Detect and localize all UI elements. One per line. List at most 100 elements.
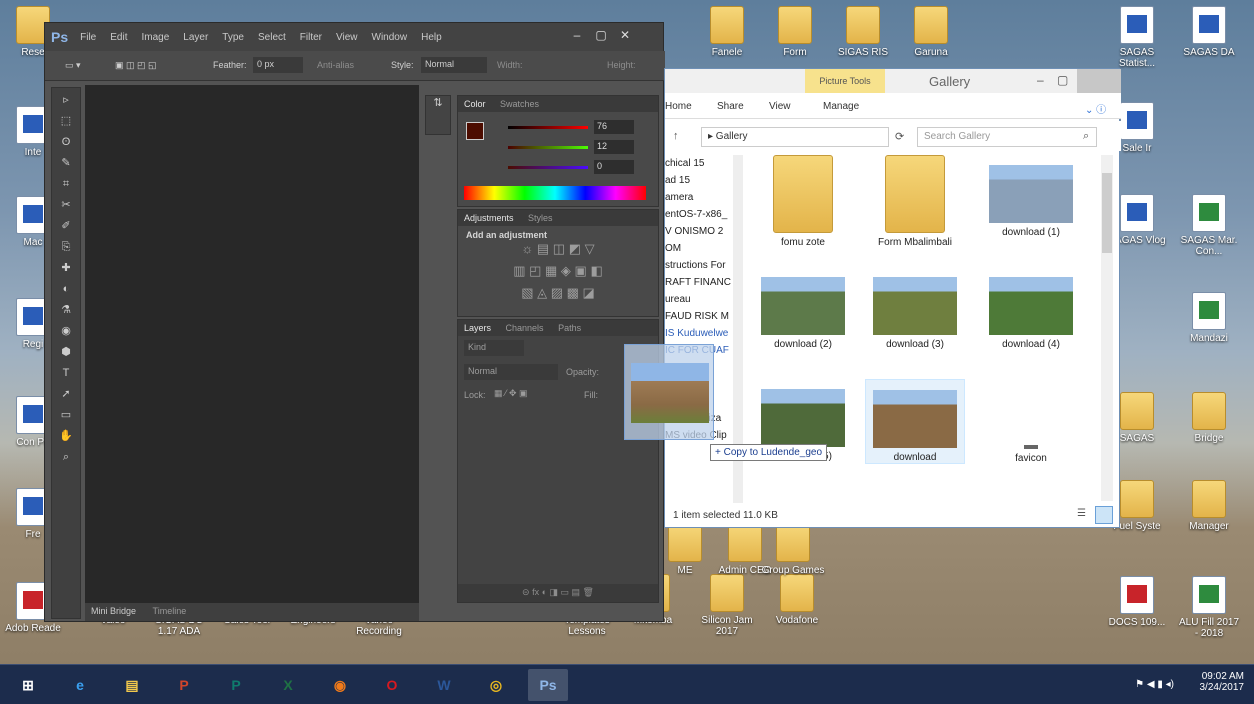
desktop-icon-bottom-7[interactable]: Silicon Jam 2017 [694,574,760,637]
menu-view[interactable]: View [336,32,358,43]
nav-item[interactable]: ureau [665,291,743,308]
move-tool-icon[interactable]: ▹ [55,91,77,109]
taskbar-windows-start[interactable]: ⊞ [8,669,48,701]
history-mini-panel[interactable]: ⇅ [425,95,451,135]
file-item[interactable]: fomu zote [753,155,853,248]
nav-item[interactable]: IS Kuduwelwe [665,325,743,342]
picture-tools-tab[interactable]: Picture Tools [805,69,885,93]
menu-file[interactable]: File [80,32,96,43]
eraser-tool-icon[interactable]: ◉ [55,322,77,340]
red-value[interactable]: 76 [594,120,634,134]
desktop-icon-top-0[interactable]: Fanele [694,6,760,58]
desktop-icon-right-11[interactable]: ALU Fill 2017 - 2018 [1176,576,1242,639]
green-value[interactable]: 12 [594,140,634,154]
selection-mode-icons[interactable]: ▣ ◫ ◰ ◱ [115,60,157,71]
desktop-icon-right-0[interactable]: SAGAS Statist... [1104,6,1170,69]
heal-tool-icon[interactable]: ⎘ [55,238,77,256]
file-item[interactable]: download (1) [981,155,1081,238]
shape-tool-icon[interactable]: ▭ [55,406,77,424]
clock-time[interactable]: 09:02 AM [1200,671,1244,682]
hand-tool-icon[interactable]: ✋ [55,427,77,445]
blend-mode-select[interactable]: Normal [464,364,558,380]
taskbar-word-icon[interactable]: W [424,669,464,701]
layer-filter-kind[interactable]: Kind [464,340,524,356]
menu-image[interactable]: Image [141,32,169,43]
menu-layer[interactable]: Layer [183,32,208,43]
desktop-icon-bottom-8[interactable]: Vodafone [764,574,830,626]
color-spectrum[interactable] [464,186,646,200]
taskbar-excel-icon[interactable]: X [268,669,308,701]
tab-timeline[interactable]: Timeline [153,606,187,616]
file-item[interactable]: download (3) [865,267,965,350]
taskbar-powerpoint-icon[interactable]: P [164,669,204,701]
adjustment-icons[interactable]: ☼ ▤ ◫ ◩ ▽ ▥ ◰ ▦ ◈ ▣ ◧ ▧ ◬ ▨ ▩ ◪ [498,238,618,304]
path-select-tool-icon[interactable]: ➚ [55,385,77,403]
marquee-tool-icon[interactable]: ▭ ▾ [65,60,81,71]
maximize-button[interactable]: ▢ [589,25,613,45]
taskbar-chrome-icon[interactable]: ◎ [476,669,516,701]
desktop-icon-right-5[interactable]: Mandazi [1176,292,1242,344]
up-arrow-icon[interactable]: ↑ [673,130,679,142]
file-item[interactable]: download (2) [753,267,853,350]
quick-select-tool-icon[interactable]: ✎ [55,154,77,172]
tab-styles[interactable]: Styles [528,213,553,223]
file-item[interactable]: Form Mbalimbali [865,155,965,248]
desktop-icon-right-1[interactable]: SAGAS DA [1176,6,1242,58]
minimize-button[interactable]: – [565,25,589,45]
ribbon-tab-manage[interactable]: Manage [823,101,859,112]
style-select[interactable]: Normal [421,57,487,73]
clone-tool-icon[interactable]: ◐ [55,280,77,298]
ribbon-tab-share[interactable]: Share [717,101,744,112]
ribbon-tab-home[interactable]: Home [665,101,692,112]
desktop-icon-top-1[interactable]: Form [762,6,828,58]
file-item[interactable]: download (4) [981,267,1081,350]
feather-input[interactable]: 0 px [253,57,303,73]
desktop-icon-right-7[interactable]: Bridge [1176,392,1242,444]
ribbon-tab-view[interactable]: View [769,101,791,112]
tray-icons[interactable]: ⚑ ◀ ▮ ◂) [1135,679,1174,690]
blue-value[interactable]: 0 [594,160,634,174]
menu-select[interactable]: Select [258,32,286,43]
desktop-icon-right-10[interactable]: DOCS 109... [1104,576,1170,628]
tab-mini-bridge[interactable]: Mini Bridge [91,606,136,616]
nav-item[interactable]: RAFT FINANC [665,274,743,291]
menu-edit[interactable]: Edit [110,32,127,43]
nav-item[interactable]: amera [665,189,743,206]
taskbar-firefox-icon[interactable]: ◉ [320,669,360,701]
tab-color[interactable]: Color [464,99,486,109]
address-bar[interactable]: ▸ Gallery [701,127,889,147]
taskbar-opera-icon[interactable]: O [372,669,412,701]
taskbar-publisher-icon[interactable]: P [216,669,256,701]
search-input[interactable]: Search Gallery [917,127,1097,147]
foreground-color-swatch[interactable] [466,122,484,140]
content-scrollbar[interactable] [1101,155,1113,501]
details-view-icon[interactable]: ☰ [1077,508,1086,519]
tab-channels[interactable]: Channels [506,323,544,333]
tab-adjustments[interactable]: Adjustments [464,213,514,223]
history-brush-tool-icon[interactable]: ⚗ [55,301,77,319]
taskbar-ie-icon[interactable]: e [60,669,100,701]
slice-tool-icon[interactable]: ✂ [55,196,77,214]
desktop-icon-right-4[interactable]: SAGAS Mar. Con... [1176,194,1242,257]
nav-item[interactable]: structions For [665,257,743,274]
desktop-icon-bottom-11[interactable]: Group Games [760,524,826,576]
explorer-close-button[interactable] [1077,69,1121,93]
eyedropper-tool-icon[interactable]: ✐ [55,217,77,235]
menu-type[interactable]: Type [222,32,244,43]
file-item[interactable]: download [865,379,965,464]
lasso-tool-icon[interactable]: ʘ [55,133,77,151]
menu-window[interactable]: Window [372,32,408,43]
help-icon[interactable]: ⌄ ⓘ [1085,101,1106,116]
document-canvas[interactable] [85,85,419,603]
menu-help[interactable]: Help [421,32,442,43]
nav-item[interactable]: FAUD RISK M [665,308,743,325]
explorer-minimize-button[interactable]: – [1037,73,1044,87]
zoom-tool-icon[interactable]: ⌕ [55,448,77,466]
marquee-tool-icon[interactable]: ⬚ [55,112,77,130]
file-item[interactable]: favicon [981,379,1081,464]
clock-date[interactable]: 3/24/2017 [1200,682,1245,693]
large-icons-view-icon[interactable] [1095,506,1113,524]
nav-item[interactable]: chical 15 [665,155,743,172]
nav-item[interactable]: V ONISMO 2 [665,223,743,240]
nav-item[interactable]: OM [665,240,743,257]
